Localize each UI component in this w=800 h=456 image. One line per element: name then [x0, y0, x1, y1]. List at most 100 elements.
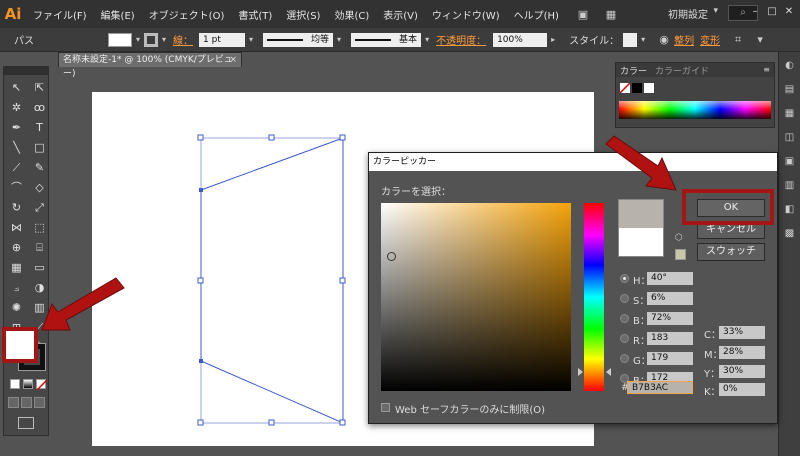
draw-behind-icon[interactable] — [21, 397, 32, 408]
screen-mode-icon[interactable] — [18, 417, 34, 429]
document-tab[interactable]: 名称未設定-1* @ 100% (CMYK/プレビュー) × — [58, 52, 242, 79]
fill-swatch[interactable] — [108, 32, 132, 47]
chevron-down-icon[interactable]: ▾ — [337, 35, 341, 44]
brightness-input[interactable]: 72% — [647, 312, 693, 325]
graphic-style-swatch[interactable] — [623, 32, 638, 47]
mesh-tool-icon[interactable]: ▦ — [6, 259, 27, 276]
opacity-link[interactable]: 不透明度： — [436, 32, 486, 47]
opacity-input[interactable]: 100% — [493, 32, 548, 47]
hue-slider-handle-right[interactable] — [606, 368, 611, 376]
symbol-sprayer-tool-icon[interactable]: ✺ — [6, 299, 27, 316]
hex-input[interactable]: B7B3AC — [627, 381, 693, 394]
panel-icon[interactable]: ◫ — [781, 132, 799, 148]
menu-help[interactable]: ヘルプ(H) — [507, 7, 566, 22]
recolor-icon[interactable]: ◉ — [657, 33, 671, 47]
color-spectrum-ramp[interactable] — [619, 101, 771, 119]
menu-object[interactable]: オブジェクト(O) — [142, 7, 232, 22]
bridge-icon[interactable]: ▣ — [572, 5, 594, 23]
panel-icon[interactable]: ◧ — [781, 204, 799, 220]
hue-slider[interactable] — [584, 203, 604, 391]
free-transform-tool-icon[interactable]: ⬚ — [29, 219, 50, 236]
workspace-switcher[interactable]: 初期設定 — [668, 6, 708, 21]
stroke-swatch[interactable] — [144, 32, 159, 47]
color-mode-button[interactable] — [10, 379, 20, 389]
rotate-tool-icon[interactable]: ↻ — [6, 199, 27, 216]
cyan-input[interactable]: 33% — [719, 326, 765, 339]
panel-icon[interactable]: ▦ — [781, 108, 799, 124]
hue-slider-handle-left[interactable] — [578, 368, 583, 376]
tab-color-guide[interactable]: カラーガイド — [651, 64, 713, 77]
chevron-down-icon[interactable]: ▾ — [162, 35, 166, 44]
saturation-radio[interactable] — [620, 294, 629, 303]
scale-tool-icon[interactable]: ⤢ — [29, 199, 50, 216]
black-swatch[interactable] — [632, 83, 642, 93]
color-field-cursor[interactable] — [387, 252, 396, 261]
saturation-brightness-field[interactable] — [381, 203, 571, 391]
green-radio[interactable] — [620, 354, 629, 363]
panel-icon[interactable]: ▣ — [781, 156, 799, 172]
menu-window[interactable]: ウィンドウ(W) — [425, 7, 507, 22]
chevron-down-icon[interactable]: ▾ — [425, 35, 429, 44]
chevron-down-icon[interactable]: ▾ — [249, 35, 253, 44]
hue-radio[interactable] — [620, 274, 629, 283]
tools-panel-header[interactable] — [4, 67, 48, 75]
lasso-tool-icon[interactable]: ꝏ — [29, 99, 50, 116]
shape-builder-tool-icon[interactable]: ⊕ — [6, 239, 27, 256]
black-input[interactable]: 0% — [719, 383, 765, 396]
yellow-input[interactable]: 30% — [719, 365, 765, 378]
none-swatch[interactable] — [620, 83, 630, 93]
menu-type[interactable]: 書式(T) — [231, 7, 279, 22]
out-of-gamut-warning-icon[interactable]: ⬡ — [675, 233, 685, 243]
pencil-tool-icon[interactable]: ✎ — [29, 159, 50, 176]
brightness-radio[interactable] — [620, 314, 629, 323]
gradient-mode-button[interactable] — [23, 379, 33, 389]
close-button[interactable]: ✕ — [782, 5, 796, 19]
white-swatch[interactable] — [644, 83, 654, 93]
align-link[interactable]: 整列 — [674, 32, 694, 47]
chevron-down-icon[interactable]: ▾ — [641, 35, 645, 44]
direct-selection-tool-icon[interactable]: ⇱ — [29, 79, 50, 96]
paintbrush-tool-icon[interactable]: ⟋ — [6, 159, 27, 176]
blob-brush-tool-icon[interactable]: ⌒ — [6, 179, 27, 196]
menu-select[interactable]: 選択(S) — [279, 7, 327, 22]
chevron-right-icon[interactable]: ▸ — [551, 35, 555, 44]
magic-wand-tool-icon[interactable]: ✲ — [6, 99, 27, 116]
menu-effect[interactable]: 効果(C) — [327, 7, 376, 22]
menu-view[interactable]: 表示(V) — [376, 7, 425, 22]
panel-icon[interactable]: ▩ — [781, 228, 799, 244]
minimize-button[interactable]: – — [748, 5, 762, 19]
hue-input[interactable]: 40° — [647, 272, 693, 285]
none-mode-button[interactable] — [36, 379, 47, 390]
red-radio[interactable] — [620, 334, 629, 343]
selection-tool-icon[interactable]: ↖ — [6, 79, 27, 96]
width-tool-icon[interactable]: ⋈ — [6, 219, 27, 236]
red-input[interactable]: 183 — [647, 332, 693, 345]
panel-icon[interactable]: ▤ — [781, 84, 799, 100]
menu-file[interactable]: ファイル(F) — [26, 7, 94, 22]
close-icon[interactable]: × — [229, 53, 237, 67]
draw-normal-icon[interactable] — [8, 397, 19, 408]
line-tool-icon[interactable]: ╲ — [6, 139, 27, 156]
swatches-button[interactable]: スウォッチ — [697, 243, 765, 261]
green-input[interactable]: 179 — [647, 352, 693, 365]
draw-inside-icon[interactable] — [34, 397, 45, 408]
eyedropper-tool-icon[interactable]: ⟓ — [6, 279, 27, 296]
isolate-icon[interactable]: ⌗ — [731, 33, 745, 47]
type-tool-icon[interactable]: T — [29, 119, 50, 136]
tab-color[interactable]: カラー — [616, 64, 651, 77]
arrange-documents-icon[interactable]: ▦ — [600, 5, 622, 23]
menu-edit[interactable]: 編集(E) — [94, 7, 142, 22]
stroke-link[interactable]: 線： — [173, 32, 193, 47]
web-safe-checkbox[interactable] — [381, 403, 390, 412]
panel-icon[interactable]: ▥ — [781, 180, 799, 196]
original-color-preview[interactable] — [618, 228, 664, 257]
variable-width-profile[interactable]: 均等 — [263, 32, 334, 47]
stroke-weight-input[interactable]: 1 pt — [199, 32, 246, 47]
rectangle-tool-icon[interactable]: □ — [29, 139, 50, 156]
panel-options-icon[interactable]: ▾ — [753, 33, 767, 47]
pen-tool-icon[interactable]: ✒ — [6, 119, 27, 136]
magenta-input[interactable]: 28% — [719, 346, 765, 359]
brush-definition[interactable]: 基本 — [351, 32, 422, 47]
panel-menu-icon[interactable]: ≡ — [763, 65, 770, 74]
chevron-down-icon[interactable]: ▾ — [713, 6, 718, 16]
